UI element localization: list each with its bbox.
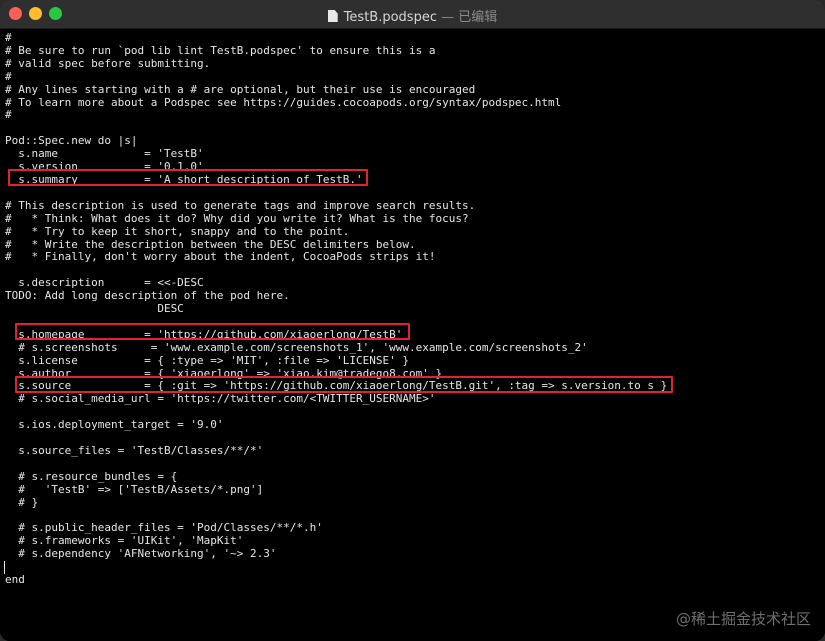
code-line[interactable]	[5, 187, 667, 200]
watermark-text: @稀土掘金技术社区	[675, 610, 811, 628]
code-line[interactable]: end	[5, 573, 667, 587]
text-editor-window: TestB.podspec — 已编辑 # # Be sure to run `p…	[0, 0, 825, 641]
code-line[interactable]: s.summary = 'A short description of Test…	[5, 173, 667, 187]
edited-status: 已编辑	[458, 10, 498, 25]
title-separator: —	[441, 10, 455, 25]
code-line[interactable]: # s.dependency 'AFNetworking', '~> 2.3'	[5, 547, 667, 561]
code-line[interactable]	[5, 458, 667, 471]
code-line[interactable]: # To learn more about a Podspec see http…	[5, 96, 667, 110]
code-line[interactable]: DESC	[5, 302, 667, 316]
code-line[interactable]: # s.resource_bundles = {	[5, 470, 667, 484]
code-line[interactable]: s.homepage = 'https://github.com/xiaoerl…	[5, 328, 667, 342]
code-line[interactable]: #	[5, 70, 667, 84]
code-line[interactable]: # * Finally, don't worry about the inden…	[5, 250, 667, 264]
code-line[interactable]: #	[5, 31, 667, 45]
code-line[interactable]: # Be sure to run `pod lib lint TestB.pod…	[5, 44, 667, 58]
code-text[interactable]: # # Be sure to run `pod lib lint TestB.po…	[5, 31, 667, 587]
code-line[interactable]: # Any lines starting with a # are option…	[5, 83, 667, 97]
code-line[interactable]: # * Think: What does it do? Why did you …	[5, 212, 667, 226]
text-cursor	[4, 561, 5, 574]
code-line[interactable]: # This description is used to generate t…	[5, 199, 667, 213]
code-line[interactable]	[5, 561, 667, 574]
code-line[interactable]: # s.social_media_url = 'https://twitter.…	[5, 392, 667, 406]
code-line[interactable]: s.license = { :type => 'MIT', :file => '…	[5, 354, 667, 368]
code-line[interactable]: # valid spec before submitting.	[5, 57, 667, 71]
window-filename: TestB.podspec	[343, 10, 437, 25]
window-title: TestB.podspec — 已编辑	[0, 6, 825, 25]
code-line[interactable]: # 'TestB' => ['TestB/Assets/*.png']	[5, 483, 667, 497]
code-line[interactable]: # * Try to keep it short, snappy and to …	[5, 225, 667, 239]
editor-content-area[interactable]: # # Be sure to run `pod lib lint TestB.po…	[0, 29, 825, 641]
document-icon	[327, 10, 338, 22]
title-bar[interactable]: TestB.podspec — 已编辑	[0, 0, 825, 29]
code-line[interactable]: # s.screenshots = 'www.example.com/scree…	[5, 341, 667, 355]
code-line[interactable]: s.ios.deployment_target = '9.0'	[5, 418, 667, 432]
code-line[interactable]: #	[5, 109, 667, 122]
code-line[interactable]: s.source_files = 'TestB/Classes/**/*'	[5, 444, 667, 458]
code-line[interactable]	[5, 316, 667, 329]
code-line[interactable]: # }	[5, 496, 667, 510]
